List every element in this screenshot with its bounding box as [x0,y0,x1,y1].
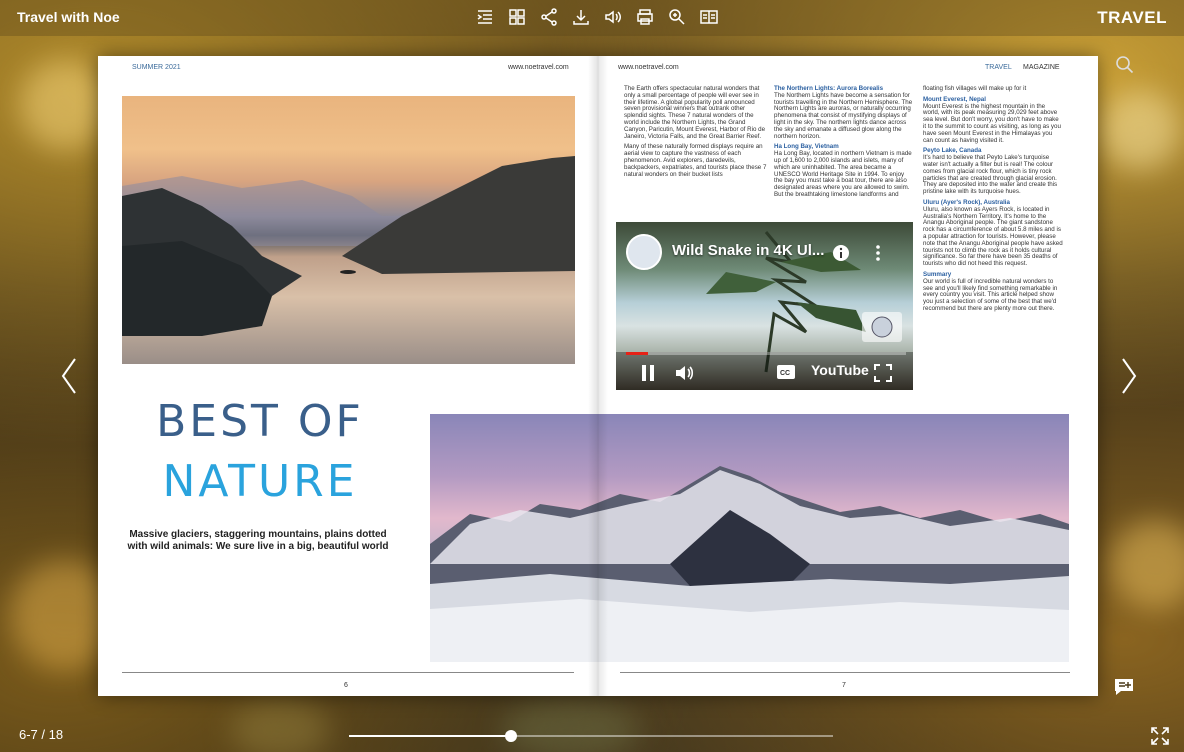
col3-paragraph-2: It's hard to believe that Peyto Lake's t… [923,154,1058,196]
thumbnails-icon[interactable] [506,6,528,28]
zoom-icon[interactable] [666,6,688,28]
col3-paragraph-3: Uluru, also known as Ayers Rock, is loca… [923,205,1063,268]
embedded-video-player[interactable]: Wild Snake in 4K Ul... CC YouTube [616,222,913,390]
fullscreen-icon[interactable] [874,364,892,382]
next-page-arrow-icon[interactable] [1118,356,1140,396]
col1-paragraph-2: Many of these naturally formed displays … [624,143,767,178]
headline-line2: NATURE [162,456,358,507]
mountain-panorama-photo [430,414,1069,662]
app-title: Travel with Noe [17,9,120,25]
youtube-logo[interactable]: YouTube [811,362,869,378]
share-icon[interactable] [538,6,560,28]
right-page-number: 7 [842,682,846,689]
video-title[interactable]: Wild Snake in 4K Ul... [672,242,824,259]
volume-icon[interactable] [674,364,696,382]
download-icon[interactable] [570,6,592,28]
print-icon[interactable] [634,6,656,28]
col3-paragraph-1: Mount Everest is the highest mountain in… [923,102,1061,144]
info-icon[interactable] [832,244,850,262]
headline-line1: BEST OF [156,396,364,447]
sound-icon[interactable] [602,6,624,28]
article-column-3: floating fish villages will make up for … [923,85,1063,317]
col2-paragraph-2: Ha Long Bay, located in northern Vietnam… [774,150,912,198]
left-footer-rule [122,672,574,673]
spine-shadow [588,56,608,696]
more-options-icon[interactable] [874,244,882,262]
col1-paragraph-1: The Earth offers spectacular natural won… [624,85,766,140]
right-header-magazine: MAGAZINE [1023,64,1060,71]
table-of-contents-icon[interactable] [474,6,496,28]
right-header-travel: TRAVEL [985,64,1012,71]
channel-logo[interactable] [626,234,662,270]
page-counter: 6-7 / 18 [19,727,64,742]
closed-captions-icon[interactable]: CC [776,364,796,380]
magazine-spread: SUMMER 2021 www.noetravel.com BEST OF NA… [98,56,1098,696]
lake-sunset-photo [122,96,575,364]
left-page-url: www.noetravel.com [508,64,569,71]
notes-icon[interactable] [1113,677,1135,697]
search-icon[interactable] [1114,54,1136,76]
subheadline: Massive glaciers, staggering mountains, … [127,529,389,552]
top-bar: Travel with Noe TRAVEL [0,0,1184,36]
page-scrubber[interactable] [349,730,833,742]
article-column-2: The Northern Lights: Aurora Borealis The… [774,85,914,203]
toolbar [474,6,720,28]
col3-paragraph-0: floating fish villages will make up for … [923,85,1027,92]
brand-logo: TRAVEL [1097,8,1167,27]
fullscreen-toggle-icon[interactable] [1150,726,1170,746]
col2-paragraph-1: The Northern Lights have become a sensat… [774,91,913,140]
article-column-1: The Earth offers spectacular natural won… [624,85,768,182]
previous-page-arrow-icon[interactable] [58,356,80,396]
watermark-logo-icon [862,312,902,342]
issue-label: SUMMER 2021 [132,64,181,71]
text-view-icon[interactable] [698,6,720,28]
right-footer-rule [620,672,1070,673]
pause-icon[interactable] [640,364,656,382]
left-page-number: 6 [344,682,348,689]
svg-text:CC: CC [780,370,790,377]
right-page-url: www.noetravel.com [618,64,679,71]
col3-paragraph-4: Our world is full of incredible natural … [923,277,1058,312]
page-scrubber-fill [349,735,512,737]
